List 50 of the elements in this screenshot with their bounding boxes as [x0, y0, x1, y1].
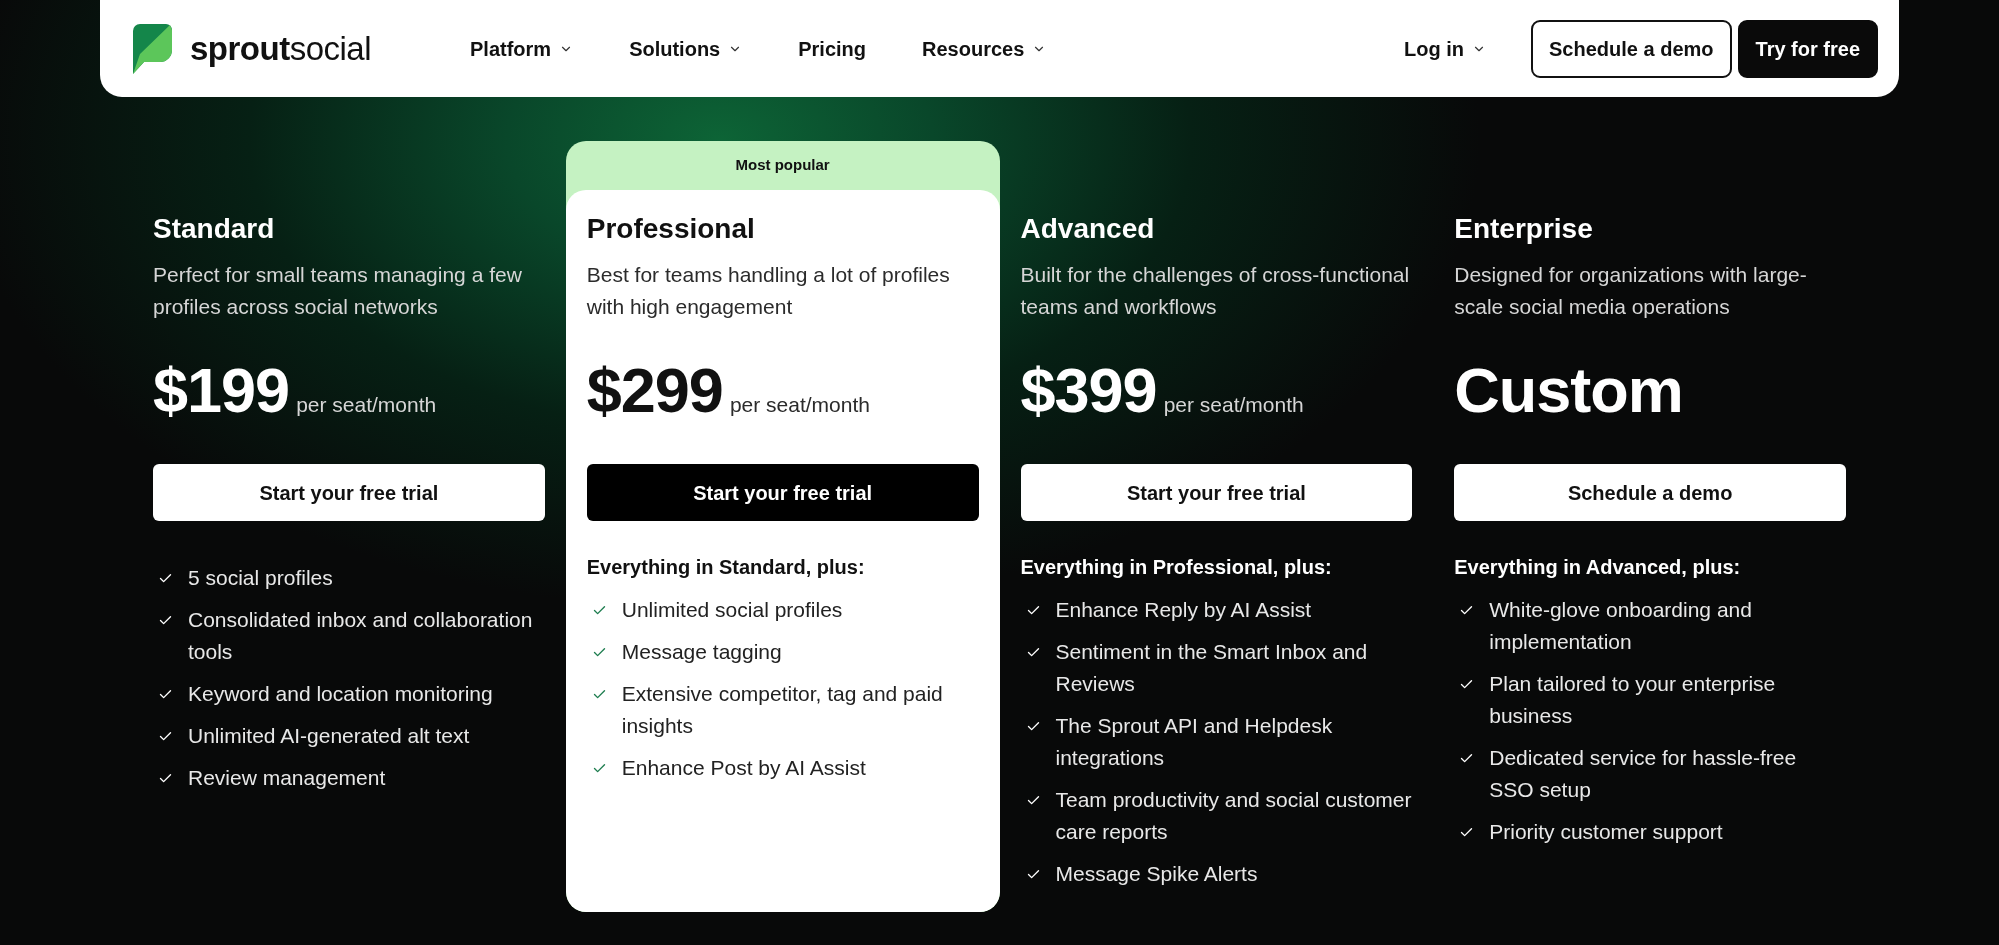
feature-text: Message Spike Alerts — [1055, 861, 1258, 887]
price-period: per seat/month — [729, 392, 870, 418]
plan-price: $199 — [153, 359, 290, 422]
secondary-button[interactable]: Schedule a demo — [1531, 19, 1732, 78]
plan-description: Built for the challenges of cross-functional teams and workflows — [1020, 262, 1411, 320]
logo-icon — [132, 23, 172, 74]
plan-title: Standard — [153, 212, 276, 246]
feature-text: Unlimited AI-generated alt text — [188, 723, 470, 749]
logo-wordmark[interactable]: sproutsocial — [190, 32, 372, 65]
plan-description: Designed for organizations with large-scale social media operations — [1454, 262, 1808, 320]
features-heading: Everything in Advanced, plus: — [1454, 555, 1742, 580]
plan-price: Custom — [1454, 359, 1683, 422]
primary-button[interactable]: Try for free — [1737, 19, 1878, 78]
features-heading: Everything in Standard, plus: — [586, 555, 866, 580]
feature-text: Plan tailored to your enterprise business — [1489, 671, 1777, 729]
feature-text: 5 social profiles — [188, 565, 333, 591]
feature-text: Extensive competitor, tag and paid insights — [621, 681, 944, 739]
feature-text: Review management — [188, 765, 386, 791]
plan-title: Professional — [586, 212, 756, 246]
cta-button[interactable]: Start your free trial — [1020, 464, 1413, 521]
plan-price: $299 — [586, 359, 723, 422]
cta-button[interactable]: Start your free trial — [153, 464, 545, 521]
plan-price: $399 — [1020, 359, 1157, 422]
feature-text: Enhance Reply by AI Assist — [1055, 597, 1312, 623]
cta-button[interactable]: Start your free trial — [586, 464, 979, 521]
popular-label: Most popular — [735, 155, 830, 176]
login-link[interactable]: Log in — [1404, 33, 1486, 64]
feature-text: Consolidated inbox and collaboration tools — [188, 607, 534, 665]
plan-description: Perfect for small teams managing a few profiles across social networks — [153, 262, 523, 320]
nav-link[interactable]: Resources — [922, 33, 1047, 64]
nav-link[interactable]: Pricing — [798, 33, 867, 64]
nav-link[interactable]: Platform — [470, 33, 574, 64]
feature-text: Team productivity and social customer care reports — [1055, 787, 1413, 845]
feature-text: White-glove onboarding and implementation — [1489, 597, 1753, 655]
feature-text: Keyword and location monitoring — [188, 681, 493, 707]
feature-text: Sentiment in the Smart Inbox and Reviews — [1055, 639, 1369, 697]
feature-text: Enhance Post by AI Assist — [621, 755, 866, 781]
price-period: per seat/month — [296, 392, 437, 418]
feature-text: Message tagging — [621, 639, 782, 665]
feature-text: Unlimited social profiles — [621, 597, 843, 623]
feature-text: Dedicated service for hassle-free SSO setup — [1489, 745, 1798, 803]
plan-title: Advanced — [1020, 212, 1156, 246]
plan-description: Best for teams handling a lot of profiles with high engagement — [586, 262, 951, 320]
plan-title: Enterprise — [1454, 212, 1594, 246]
cta-button[interactable]: Schedule a demo — [1454, 464, 1846, 521]
feature-text: The Sprout API and Helpdesk integrations — [1055, 713, 1334, 771]
features-heading: Everything in Professional, plus: — [1020, 555, 1333, 580]
price-period: per seat/month — [1163, 392, 1304, 418]
nav-link[interactable]: Solutions — [629, 33, 743, 64]
feature-text: Priority customer support — [1489, 819, 1723, 845]
